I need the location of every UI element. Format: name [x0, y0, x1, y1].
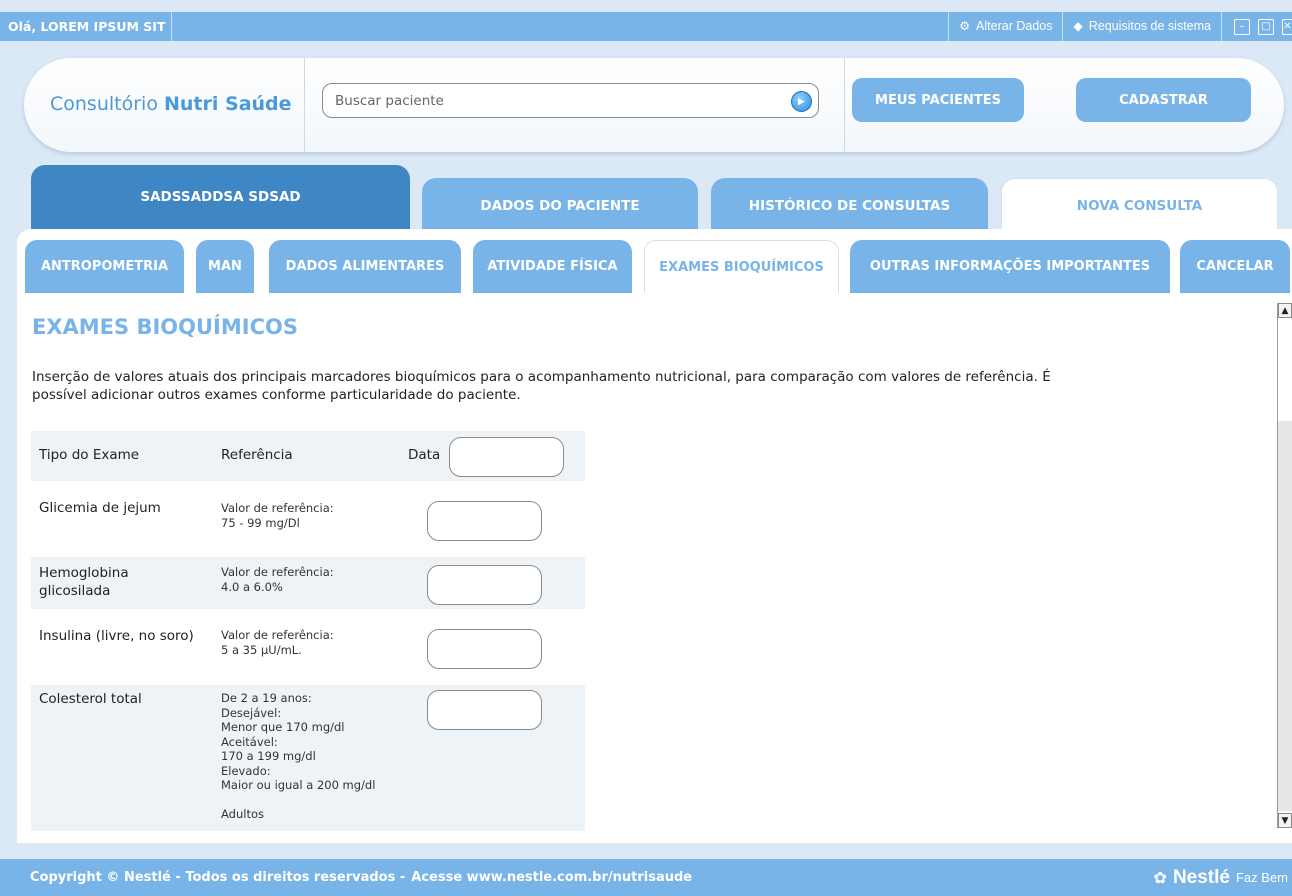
top-bar: Olá, LOREM IPSUM SIT ⚙ Alterar Dados ◆ R… [0, 12, 1292, 41]
tab-patient-name[interactable]: SADSSADDSA SDSAD [31, 165, 410, 233]
nestle-wordmark: Nestlé [1172, 866, 1230, 888]
exam-value-field[interactable] [427, 629, 542, 669]
requisitos-link[interactable]: ◆ Requisitos de sistema [1062, 12, 1221, 41]
brand-bold: Nutri Saúde [164, 93, 292, 115]
exam-value-field[interactable] [427, 501, 542, 541]
app-header: Consultório Nutri Saúde ▶ MEUS PACIENTES… [24, 58, 1284, 152]
tab-historico-de-consultas[interactable]: HISTÓRICO DE CONSULTAS [711, 178, 988, 233]
subtab-man[interactable]: MAN [196, 240, 254, 293]
subtab-dados-alimentares[interactable]: DADOS ALIMENTARES [269, 240, 461, 293]
consultation-panel: ANTROPOMETRIA MAN DADOS ALIMENTARES ATIV… [17, 229, 1292, 843]
tag-icon: ◆ [1073, 19, 1083, 33]
search-go-icon[interactable]: ▶ [791, 91, 812, 112]
exam-reference: Valor de referência: 75 - 99 mg/Dl [221, 501, 334, 530]
close-icon[interactable]: ✕ [1282, 18, 1292, 35]
exam-value-field[interactable] [427, 690, 542, 730]
exam-value-field[interactable] [427, 565, 542, 605]
exam-name: Glicemia de jejum [39, 500, 161, 516]
scroll-down-icon[interactable]: ▼ [1278, 813, 1292, 828]
cadastrar-button[interactable]: CADASTRAR [1076, 78, 1251, 122]
table-row: Glicemia de jejum Valor de referência: 7… [31, 481, 585, 557]
page-title: EXAMES BIOQUÍMICOS [32, 315, 298, 339]
subtab-outras-informacoes[interactable]: OUTRAS INFORMAÇÕES IMPORTANTES [850, 240, 1170, 293]
footer: Copyright © Nestlé - Todos os direitos r… [0, 859, 1292, 896]
meus-pacientes-button[interactable]: MEUS PACIENTES [852, 78, 1024, 122]
exam-reference: De 2 a 19 anos: Desejável: Menor que 170… [221, 691, 376, 821]
header-referencia: Referência [221, 447, 293, 463]
tab-nova-consulta[interactable]: NOVA CONSULTA [1001, 178, 1278, 233]
footer-url[interactable]: Acesse www.nestle.com.br/nutrisaude [405, 870, 692, 885]
exam-name: Colesterol total [39, 691, 142, 707]
scroll-track[interactable] [1278, 421, 1292, 811]
date-field[interactable] [449, 437, 564, 477]
header-tipo: Tipo do Exame [39, 447, 140, 463]
header-data: Data [408, 447, 441, 463]
minimize-icon[interactable]: – [1234, 18, 1250, 35]
intro-text: Inserção de valores atuais dos principai… [32, 369, 1051, 403]
exam-table: Tipo do Exame Referência Data Glicemia d… [31, 431, 585, 831]
header-divider [304, 58, 305, 152]
subtab-exames-bioquimicos[interactable]: EXAMES BIOQUÍMICOS [644, 240, 839, 293]
window-controls: – □ ✕ [1221, 12, 1292, 41]
gears-icon: ⚙ [959, 19, 971, 33]
alterar-dados-link[interactable]: ⚙ Alterar Dados [948, 12, 1062, 41]
app-brand: Consultório Nutri Saúde [50, 93, 292, 115]
nestle-tagline: Faz Bem [1235, 870, 1288, 885]
brand-light: Consultório [50, 93, 158, 115]
header-divider [844, 58, 845, 152]
subtab-antropometria[interactable]: ANTROPOMETRIA [25, 240, 184, 293]
footer-copyright: Copyright © Nestlé - Todos os direitos r… [30, 870, 406, 885]
exam-reference: Valor de referência: 5 a 35 μU/mL. [221, 628, 334, 657]
requisitos-label: Requisitos de sistema [1088, 19, 1211, 33]
nestle-logo: ✿ Nestlé Faz Bem [1154, 859, 1288, 896]
user-greeting: Olá, LOREM IPSUM SIT [0, 12, 173, 41]
subtab-atividade-fisica[interactable]: ATIVIDADE FÍSICA [473, 240, 632, 293]
exam-reference: Valor de referência: 4.0 a 6.0% [221, 565, 334, 594]
maximize-icon[interactable]: □ [1258, 18, 1274, 35]
exam-name: Insulina (livre, no soro) [39, 628, 194, 644]
top-bar-actions: ⚙ Alterar Dados ◆ Requisitos de sistema … [948, 12, 1292, 41]
nestle-nest-icon: ✿ [1153, 868, 1167, 887]
tab-dados-do-paciente[interactable]: DADOS DO PACIENTE [422, 178, 698, 233]
table-row: Colesterol total De 2 a 19 anos: Desejáv… [31, 685, 585, 831]
search-input[interactable] [323, 84, 763, 117]
subtab-cancelar[interactable]: CANCELAR [1180, 240, 1290, 293]
table-header-row: Tipo do Exame Referência Data [31, 431, 585, 481]
alterar-dados-label: Alterar Dados [976, 19, 1053, 33]
table-row: Hemoglobina glicosilada Valor de referên… [31, 557, 585, 609]
exam-content: EXAMES BIOQUÍMICOS Inserção de valores a… [17, 293, 1275, 831]
table-row: Insulina (livre, no soro) Valor de refer… [31, 609, 585, 685]
exam-name: Hemoglobina glicosilada [39, 565, 129, 599]
search-box: ▶ [322, 83, 819, 118]
vertical-scrollbar[interactable]: ▲ ▼ [1277, 303, 1292, 828]
scroll-up-icon[interactable]: ▲ [1278, 303, 1292, 318]
